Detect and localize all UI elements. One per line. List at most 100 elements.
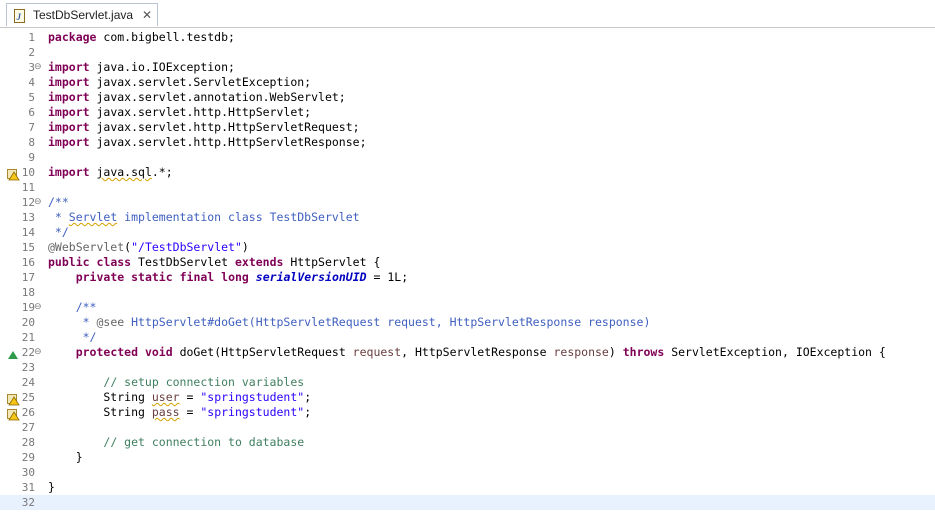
code-text[interactable]: public class TestDbServlet extends HttpS… <box>48 255 380 270</box>
code-line[interactable]: 29 } <box>0 450 935 465</box>
code-text[interactable]: package com.bigbell.testdb; <box>48 30 235 45</box>
line-number: 1 <box>28 31 35 44</box>
code-line[interactable]: 14 */ <box>0 225 935 240</box>
fold-toggle-icon[interactable]: ⊖ <box>34 300 42 315</box>
code-token: } <box>48 450 83 464</box>
code-text[interactable]: * @see HttpServlet#doGet(HttpServletRequ… <box>48 315 651 330</box>
line-number: 3 <box>28 61 35 74</box>
fold-toggle-icon[interactable]: ⊖ <box>34 345 42 360</box>
code-text[interactable]: import java.sql.*; <box>48 165 173 180</box>
line-number: 17 <box>21 271 35 284</box>
line-number: 12 <box>21 196 35 209</box>
code-line[interactable]: 31} <box>0 480 935 495</box>
code-line[interactable]: 32 <box>0 495 935 510</box>
line-number: 31 <box>21 481 35 494</box>
code-editor[interactable]: 1 package com.bigbell.testdb; 2 3 ⊖ import ja… <box>0 28 935 527</box>
code-line[interactable]: 18 <box>0 285 935 300</box>
code-line[interactable]: 21 */ <box>0 330 935 345</box>
code-text[interactable]: /** <box>48 300 97 315</box>
code-token: /** <box>48 195 69 209</box>
line-number: 11 <box>21 181 35 194</box>
code-text[interactable]: private static final long serialVersionU… <box>48 270 408 285</box>
code-text[interactable]: * Servlet implementation class TestDbSer… <box>48 210 360 225</box>
code-line[interactable]: 19 ⊖ /** <box>0 300 935 315</box>
code-line[interactable]: 4 import javax.servlet.ServletException; <box>0 75 935 90</box>
line-number: 25 <box>21 391 35 404</box>
code-text[interactable]: // setup connection variables <box>48 375 304 390</box>
code-token: package <box>48 30 97 44</box>
code-line[interactable]: 11 <box>0 180 935 195</box>
code-text[interactable]: } <box>48 450 83 465</box>
code-text[interactable]: import java.io.IOException; <box>48 60 235 75</box>
code-token: * <box>48 210 69 224</box>
code-line[interactable]: 16 public class TestDbServlet extends Htt… <box>0 255 935 270</box>
code-token: import <box>48 135 90 149</box>
code-token: Servlet <box>68 210 118 224</box>
code-token: = <box>179 390 201 404</box>
code-token: = 1L; <box>366 270 409 284</box>
code-token: * <box>48 315 97 329</box>
line-number: 7 <box>28 121 35 134</box>
code-text[interactable]: /** <box>48 195 69 210</box>
code-token: // get connection to database <box>103 435 305 449</box>
code-token: protected <box>75 345 139 359</box>
code-line[interactable]: 25 String user = "springstudent"; <box>0 390 935 406</box>
code-text[interactable]: String pass = "springstudent"; <box>48 405 311 420</box>
line-number: 24 <box>21 376 35 389</box>
code-text[interactable]: String user = "springstudent"; <box>48 390 311 405</box>
code-token: = <box>179 405 201 419</box>
code-text[interactable]: // get connection to database <box>48 435 304 450</box>
code-line[interactable]: 20 * @see HttpServlet#doGet(HttpServletR… <box>0 315 935 330</box>
code-line[interactable]: 1 package com.bigbell.testdb; <box>0 30 935 45</box>
line-number: 4 <box>28 76 35 89</box>
editor-tab-bar: J TestDbServlet.java ✕ <box>0 0 935 28</box>
fold-toggle-icon[interactable]: ⊖ <box>34 60 42 75</box>
code-line[interactable]: 10 import java.sql.*; <box>0 165 935 181</box>
code-line[interactable]: 26 String pass = "springstudent"; <box>0 405 935 421</box>
code-text[interactable]: import javax.servlet.http.HttpServletRes… <box>48 135 367 150</box>
code-text[interactable]: import javax.servlet.http.HttpServletReq… <box>48 120 360 135</box>
code-line[interactable]: 7 import javax.servlet.http.HttpServletRe… <box>0 120 935 135</box>
code-line[interactable]: 22 ⊖ protected void doGet(HttpServletRequ… <box>0 345 935 360</box>
code-token: import <box>48 60 90 74</box>
tab-testdbservlet[interactable]: J TestDbServlet.java ✕ <box>6 3 158 26</box>
code-line[interactable]: 5 import javax.servlet.annotation.WebServ… <box>0 90 935 105</box>
code-line[interactable]: 24 // setup connection variables <box>0 375 935 390</box>
code-line[interactable]: 3 ⊖ import java.io.IOException; <box>0 60 935 75</box>
code-text[interactable]: */ <box>48 330 97 345</box>
code-text[interactable]: @WebServlet("/TestDbServlet") <box>48 240 249 255</box>
code-line[interactable]: 28 // get connection to database <box>0 435 935 450</box>
code-line[interactable]: 6 import javax.servlet.http.HttpServlet; <box>0 105 935 120</box>
code-text[interactable]: */ <box>48 225 69 240</box>
code-token: ) <box>241 240 249 254</box>
code-line[interactable]: 2 <box>0 45 935 60</box>
code-line[interactable]: 15 @WebServlet("/TestDbServlet") <box>0 240 935 255</box>
code-line[interactable]: 23 <box>0 360 935 375</box>
code-line[interactable]: 9 <box>0 150 935 165</box>
code-text[interactable]: } <box>48 480 55 495</box>
code-text[interactable]: import javax.servlet.ServletException; <box>48 75 311 90</box>
line-number: 15 <box>21 241 35 254</box>
fold-toggle-icon[interactable]: ⊖ <box>34 195 42 210</box>
code-token: implementation class TestDbServlet <box>117 210 360 224</box>
code-token: java.io.IOException; <box>89 60 235 74</box>
code-text[interactable]: import javax.servlet.http.HttpServlet; <box>48 105 311 120</box>
code-token: final <box>179 270 215 284</box>
close-icon[interactable]: ✕ <box>142 9 152 21</box>
code-token: serialVersionUID <box>255 270 367 284</box>
code-line[interactable]: 13 * Servlet implementation class TestDb… <box>0 210 935 225</box>
code-line[interactable]: 8 import javax.servlet.http.HttpServletRe… <box>0 135 935 150</box>
code-line[interactable]: 27 <box>0 420 935 435</box>
line-number: 28 <box>21 436 35 449</box>
code-text[interactable]: protected void doGet(HttpServletRequest … <box>48 345 886 360</box>
code-token: class <box>96 255 132 269</box>
code-line[interactable]: 17 private static final long serialVersi… <box>0 270 935 285</box>
code-text[interactable]: import javax.servlet.annotation.WebServl… <box>48 90 346 105</box>
code-token: long <box>221 270 249 284</box>
code-token: static <box>131 270 173 284</box>
code-line[interactable]: 12 ⊖ /** <box>0 195 935 210</box>
code-line[interactable]: 30 <box>0 465 935 480</box>
